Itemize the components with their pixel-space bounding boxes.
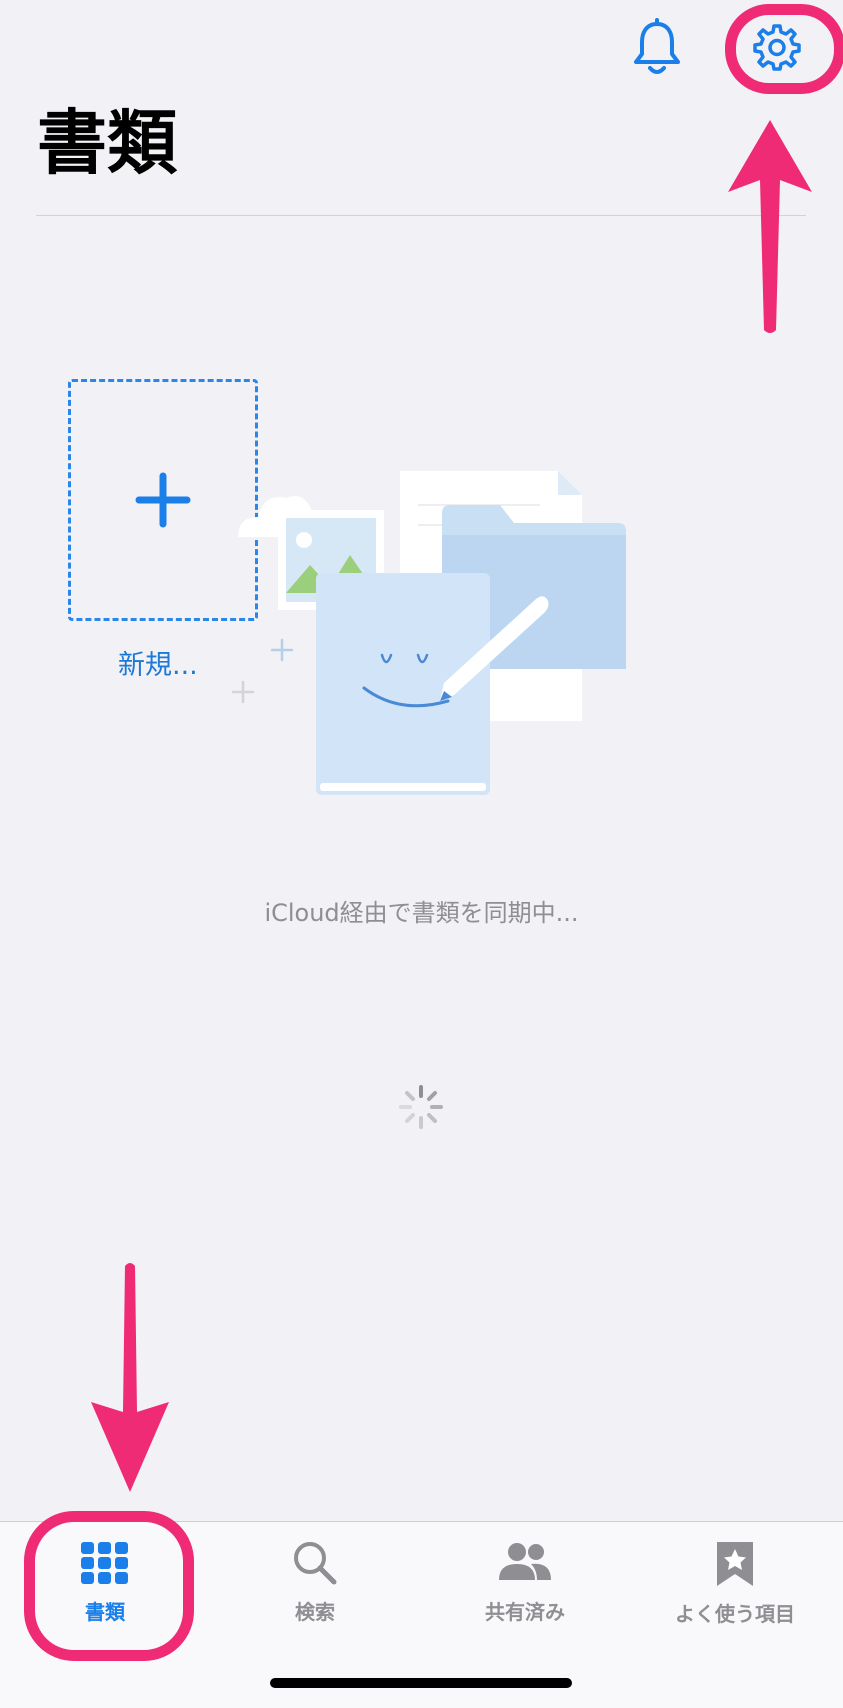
header-divider	[36, 215, 806, 216]
search-icon	[294, 1542, 337, 1585]
loading-spinner-icon	[399, 1085, 443, 1129]
tab-shared[interactable]: 共有済み	[425, 1540, 625, 1625]
arrow-down-icon	[91, 1263, 169, 1492]
tab-search[interactable]: 検索	[215, 1540, 415, 1625]
settings-highlight-circle	[725, 4, 843, 94]
documents-tab-highlight-circle	[24, 1511, 194, 1661]
sync-status-text: iCloud経由で書類を同期中...	[264, 899, 579, 927]
page-title: 書類	[37, 102, 177, 184]
people-icon	[499, 1543, 551, 1580]
tab-favorites-label: よく使う項目	[675, 1602, 795, 1626]
tab-favorites[interactable]: よく使う項目	[635, 1540, 835, 1627]
new-document-label[interactable]: 新規...	[118, 643, 198, 682]
home-indicator	[270, 1678, 572, 1688]
bell-icon[interactable]	[628, 18, 686, 80]
tab-search-label: 検索	[295, 1600, 335, 1624]
documents-illustration	[231, 471, 626, 795]
arrow-up-icon	[728, 120, 812, 333]
tab-shared-label: 共有済み	[485, 1600, 565, 1624]
bookmark-star-icon	[717, 1542, 753, 1586]
